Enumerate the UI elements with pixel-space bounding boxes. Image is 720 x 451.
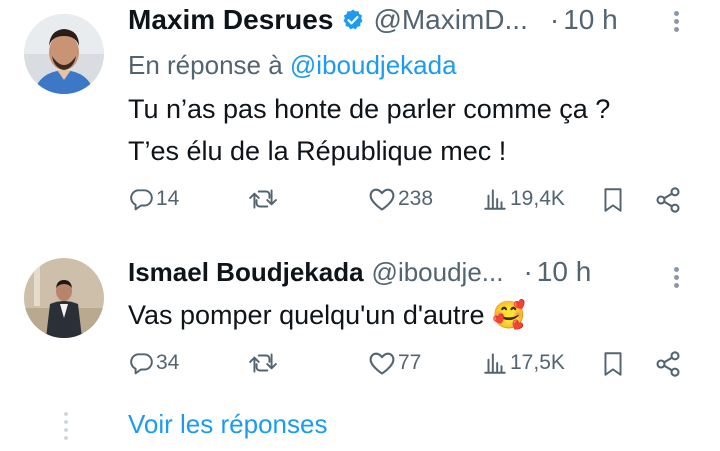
- thread-connector: [64, 408, 68, 444]
- tweet-text-line: T’es élu de la République mec !: [128, 136, 507, 166]
- tweet-header: Ismael Boudjekada @iboudje... · 10 h: [128, 256, 591, 288]
- more-icon[interactable]: [674, 264, 682, 291]
- like-icon: [368, 186, 396, 212]
- retweet-icon: [248, 186, 278, 212]
- action-bar: 34 77 17,5K: [0, 350, 720, 390]
- author-handle[interactable]: @MaximD...: [373, 4, 527, 36]
- reply-context: En réponse à @iboudjekada: [128, 50, 457, 81]
- bookmark-button[interactable]: [598, 350, 626, 378]
- more-icon[interactable]: [674, 8, 682, 35]
- share-icon: [654, 186, 682, 214]
- retweet-icon: [248, 350, 278, 376]
- views-icon: [482, 186, 508, 212]
- bookmark-icon: [600, 350, 626, 378]
- show-replies-link[interactable]: Voir les réponses: [128, 409, 327, 440]
- timestamp[interactable]: 10 h: [563, 4, 618, 36]
- share-icon: [654, 350, 682, 378]
- avatar[interactable]: [24, 14, 104, 94]
- reply-icon: [128, 350, 154, 376]
- tweet-text: Tu n’as pas honte de parler comme ça ? T…: [128, 88, 610, 172]
- like-button[interactable]: 238: [366, 186, 433, 212]
- bookmark-button[interactable]: [598, 186, 626, 214]
- tweet-1[interactable]: Maxim Desrues @MaximD... · 10 h En répon…: [0, 0, 720, 250]
- reply-icon: [128, 186, 154, 212]
- avatar[interactable]: [24, 258, 104, 338]
- like-count: 238: [398, 187, 434, 210]
- views-count: 17,5K: [510, 351, 565, 374]
- action-bar: 14 238 19,4K: [0, 186, 720, 226]
- timestamp[interactable]: 10 h: [537, 256, 592, 288]
- separator-dot: ·: [523, 256, 533, 287]
- tweet-text-line: Tu n’as pas honte de parler comme ça ?: [128, 94, 611, 124]
- reply-handle-link[interactable]: @iboudjekada: [290, 50, 457, 80]
- author-name[interactable]: Maxim Desrues: [128, 4, 333, 36]
- reply-prefix: En réponse à: [128, 50, 283, 80]
- verified-badge-icon: [341, 8, 365, 32]
- views-button[interactable]: 17,5K: [480, 350, 565, 376]
- views-count: 19,4K: [510, 187, 565, 210]
- views-button[interactable]: 19,4K: [480, 186, 565, 212]
- retweet-button[interactable]: [246, 186, 280, 212]
- reply-button[interactable]: 34: [126, 350, 179, 376]
- views-icon: [482, 350, 508, 376]
- tweet-text-line: Vas pomper quelqu'un d'autre 🥰: [128, 300, 526, 330]
- separator-dot: ·: [549, 4, 560, 35]
- tweet-text: Vas pomper quelqu'un d'autre 🥰: [128, 294, 526, 336]
- tweet-header: Maxim Desrues @MaximD... · 10 h: [128, 4, 618, 36]
- retweet-button[interactable]: [246, 350, 280, 376]
- reply-button[interactable]: 14: [126, 186, 179, 212]
- share-button[interactable]: [652, 350, 682, 378]
- reply-count: 14: [156, 187, 180, 210]
- like-count: 77: [398, 351, 422, 374]
- like-button[interactable]: 77: [366, 350, 421, 376]
- reply-count: 34: [156, 351, 180, 374]
- bookmark-icon: [600, 186, 626, 214]
- author-handle[interactable]: @iboudje...: [372, 257, 504, 288]
- author-name[interactable]: Ismael Boudjekada: [128, 257, 364, 288]
- tweet-2[interactable]: Ismael Boudjekada @iboudje... · 10 h Vas…: [0, 250, 720, 400]
- share-button[interactable]: [652, 186, 682, 214]
- like-icon: [368, 350, 396, 376]
